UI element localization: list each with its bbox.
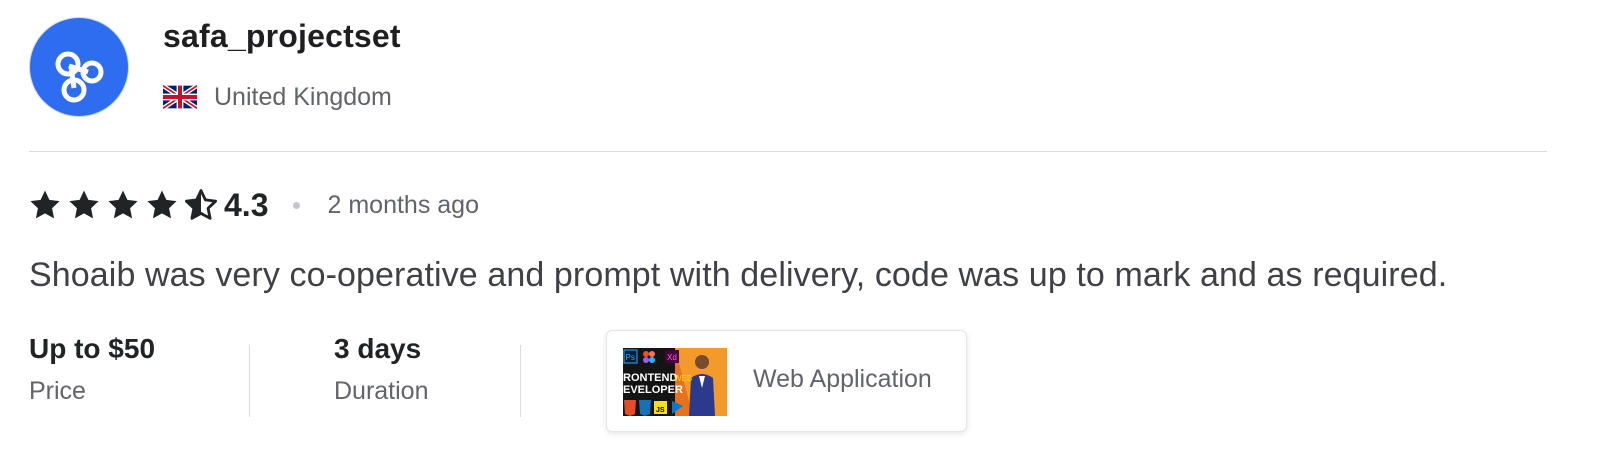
duration-info: 3 days Duration	[334, 333, 429, 406]
star-rating	[28, 188, 223, 222]
star-half-icon	[184, 189, 218, 220]
gig-title[interactable]: Web Application	[753, 365, 932, 394]
gig-thumbnail[interactable]: Ps Xd RONTEND WEB EVELOPER JS	[623, 348, 727, 416]
star-filled-icon	[147, 190, 177, 219]
thumb-line1: RONTEND	[623, 372, 677, 384]
thumb-ps-label: Ps	[626, 353, 635, 362]
price-value: Up to $50	[29, 333, 156, 364]
molecule-logo-icon	[55, 51, 104, 103]
reviewer-country: United Kingdom	[163, 80, 392, 114]
review-text: Shoaib was very co-operative and prompt …	[29, 256, 1448, 294]
rating-value: 4.3	[224, 186, 269, 223]
reviewer-username[interactable]: safa_projectset	[163, 18, 401, 55]
star-filled-icon	[30, 190, 60, 219]
gig-thumbnail-image: Ps Xd RONTEND WEB EVELOPER JS	[623, 348, 727, 416]
gig-card[interactable]: Ps Xd RONTEND WEB EVELOPER JS Web Applic…	[606, 330, 967, 432]
uk-flag-icon	[163, 84, 197, 110]
thumb-accent: WEB	[674, 374, 692, 383]
duration-value: 3 days	[334, 333, 422, 364]
price-label: Price	[29, 377, 86, 405]
star-filled-icon	[69, 190, 99, 219]
header-divider	[29, 151, 1547, 152]
country-name: United Kingdom	[214, 82, 392, 111]
price-info: Up to $50 Price	[29, 333, 155, 406]
thumb-xd-label: Xd	[667, 353, 677, 362]
rating-row: 4.3 2 months ago	[28, 185, 479, 225]
meta-divider	[520, 345, 521, 417]
meta-divider	[249, 345, 250, 417]
review-time: 2 months ago	[327, 190, 479, 219]
thumb-line2: EVELOPER	[623, 384, 683, 396]
star-filled-icon	[108, 190, 138, 219]
reviewer-avatar[interactable]	[30, 18, 128, 116]
duration-label: Duration	[334, 377, 429, 405]
separator-dot	[293, 201, 301, 209]
thumb-js-label: JS	[656, 407, 665, 414]
